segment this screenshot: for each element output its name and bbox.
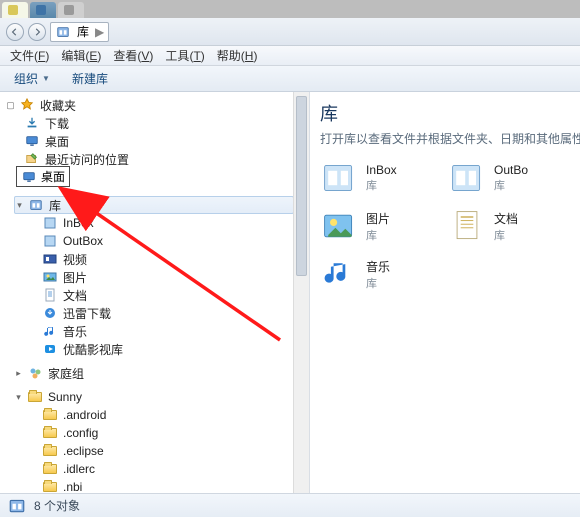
tree-item-inbox[interactable]: InBox [6, 214, 294, 232]
recent-icon [24, 151, 40, 167]
tree-item-folder[interactable]: .config [6, 424, 294, 442]
lib-generic-icon [42, 215, 58, 231]
lib-large-music-icon [320, 255, 358, 293]
tree-item-download[interactable]: 下载 [6, 114, 294, 132]
status-count: 8 个对象 [34, 497, 80, 514]
tree-item-music[interactable]: 音乐 [6, 322, 294, 340]
status-bar: 8 个对象 [0, 493, 580, 517]
download-icon [24, 115, 40, 131]
nav-bar: 库 ▶ [0, 18, 580, 46]
desktop-callout-label: 桌面 [41, 168, 65, 185]
tree-item-doc[interactable]: 文档 [6, 286, 294, 304]
tree-item-folder[interactable]: .android [6, 406, 294, 424]
tree-group-user[interactable]: ▾ Sunny [6, 388, 294, 406]
lib-large-generic-icon [448, 159, 486, 197]
tree-item-youku[interactable]: 优酷影视库 [6, 340, 294, 358]
library-icon [55, 24, 71, 40]
lib-music-icon [42, 323, 58, 339]
menu-file[interactable]: 文件(F) [4, 45, 55, 66]
tree-item-folder[interactable]: .idlerc [6, 460, 294, 478]
browser-tab-2[interactable] [30, 2, 56, 18]
breadcrumb[interactable]: 库 ▶ [50, 22, 109, 42]
library-item-outbox[interactable]: OutBo库 [448, 159, 570, 197]
folder-icon [42, 461, 58, 477]
library-icon [28, 197, 44, 213]
tree-label: 收藏夹 [39, 97, 76, 114]
library-item-music[interactable]: 音乐库 [320, 255, 442, 293]
menu-bar: 文件(F) 编辑(E) 查看(V) 工具(T) 帮助(H) [0, 46, 580, 66]
navigation-pane: ▢ 收藏夹 下载 桌面 最近访问的位置 [0, 92, 310, 493]
library-item-inbox[interactable]: InBox库 [320, 159, 442, 197]
page-subtitle: 打开库以查看文件并根据文件夹、日期和其他属性排列这些文件。 [320, 130, 570, 147]
collapse-icon[interactable]: ▾ [14, 393, 23, 402]
lib-download-icon [42, 305, 58, 321]
browser-tab-3[interactable] [58, 2, 84, 18]
tree-item-outbox[interactable]: OutBox [6, 232, 294, 250]
folder-icon [42, 479, 58, 493]
menu-edit[interactable]: 编辑(E) [55, 45, 107, 66]
menu-view[interactable]: 查看(V) [107, 45, 159, 66]
tree-item-xunlei[interactable]: 迅雷下载 [6, 304, 294, 322]
menu-help[interactable]: 帮助(H) [211, 45, 264, 66]
scrollbar-vertical[interactable] [293, 92, 309, 493]
star-icon [19, 97, 35, 113]
organize-button[interactable]: 组织 ▼ [6, 68, 58, 89]
tree-item-folder[interactable]: .eclipse [6, 442, 294, 460]
command-bar: 组织 ▼ 新建库 [0, 66, 580, 92]
tree-group-favorites[interactable]: ▢ 收藏夹 [6, 96, 294, 114]
desktop-callout-box[interactable]: 桌面 [16, 166, 70, 187]
lib-video-icon [42, 251, 58, 267]
tree-item-video[interactable]: 视频 [6, 250, 294, 268]
tree-group-homegroup[interactable]: ▸ 家庭组 [6, 364, 294, 382]
chevron-right-icon: ▶ [95, 25, 104, 39]
lib-youku-icon [42, 341, 58, 357]
lib-large-picture-icon [320, 207, 358, 245]
library-grid: InBox库 OutBo库 图片库 文档库 音乐库 [320, 159, 570, 293]
folder-icon [42, 443, 58, 459]
browser-tabstrip [0, 0, 580, 18]
menu-tools[interactable]: 工具(T) [159, 45, 210, 66]
tree-group-libraries[interactable]: ▾ 库 [14, 196, 294, 214]
page-title: 库 [320, 100, 570, 126]
monitor-icon [21, 169, 37, 185]
lib-large-doc-icon [448, 207, 486, 245]
content-pane: 库 打开库以查看文件并根据文件夹、日期和其他属性排列这些文件。 InBox库 O… [310, 92, 580, 493]
tree-item-picture[interactable]: 图片 [6, 268, 294, 286]
collapse-icon[interactable]: ▾ [15, 201, 24, 210]
tree-item-folder[interactable]: .nbi [6, 478, 294, 493]
lib-picture-icon [42, 269, 58, 285]
tree-item-desktop[interactable]: 桌面 [6, 132, 294, 150]
browser-tab-1[interactable] [2, 2, 28, 18]
back-button[interactable] [6, 23, 24, 41]
scrollbar-thumb[interactable] [296, 96, 307, 276]
library-item-documents[interactable]: 文档库 [448, 207, 570, 245]
lib-generic-icon [42, 233, 58, 249]
folder-icon [42, 425, 58, 441]
expand-icon[interactable]: ▸ [14, 369, 23, 378]
forward-button[interactable] [28, 23, 46, 41]
library-item-pictures[interactable]: 图片库 [320, 207, 442, 245]
tree-view: ▢ 收藏夹 下载 桌面 最近访问的位置 [0, 92, 294, 493]
chevron-down-icon: ▼ [42, 74, 50, 83]
new-library-button[interactable]: 新建库 [64, 68, 116, 89]
breadcrumb-item[interactable]: 库 [75, 23, 91, 40]
lib-large-generic-icon [320, 159, 358, 197]
library-icon [8, 497, 26, 515]
expand-icon[interactable]: ▢ [6, 101, 15, 110]
lib-doc-icon [42, 287, 58, 303]
folder-icon [42, 407, 58, 423]
desktop-icon [24, 133, 40, 149]
homegroup-icon [27, 365, 43, 381]
user-folder-icon [27, 389, 43, 405]
